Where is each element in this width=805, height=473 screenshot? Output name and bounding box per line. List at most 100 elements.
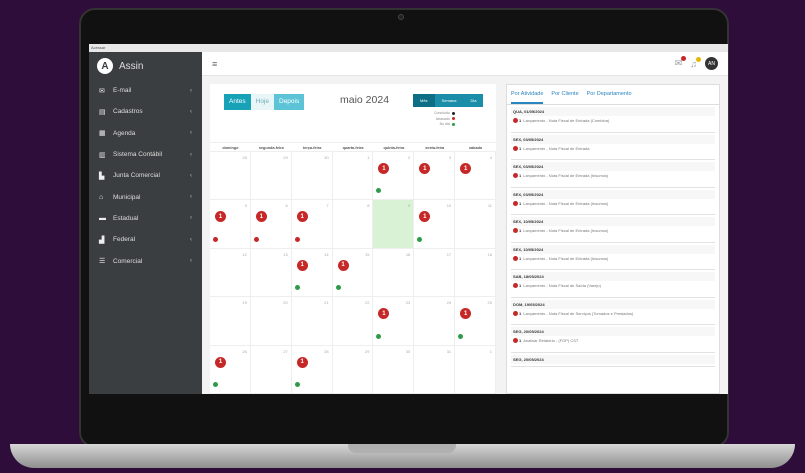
sidebar-item-label: Agenda bbox=[113, 129, 136, 137]
calendar-day-cell[interactable]: 19 bbox=[210, 297, 251, 346]
calendar-day-cell[interactable]: 28 1 bbox=[291, 345, 333, 394]
agenda-list-panel: Por Atividade Por Cliente Por Departamen… bbox=[506, 84, 720, 394]
calendar-day-cell[interactable]: 28 bbox=[210, 152, 251, 201]
tab-por-atividade[interactable]: Por Atividade bbox=[511, 91, 544, 104]
list-item[interactable]: SEX, 03/05/2024 1 Lançamento - Nota Fiscal… bbox=[511, 189, 715, 215]
calendar-day-cell[interactable]: 12 bbox=[210, 248, 251, 298]
calendar-day-cell[interactable]: 8 bbox=[332, 200, 374, 249]
calendar-day-cell[interactable]: 16 bbox=[373, 248, 415, 298]
event-count-badge[interactable]: 1 bbox=[419, 163, 431, 174]
calendar-day-cell[interactable]: 29 bbox=[332, 345, 374, 394]
calendar-day-cell[interactable]: 31 bbox=[414, 152, 456, 201]
view-month-button[interactable]: Mês bbox=[413, 94, 435, 107]
event-count-badge[interactable]: 1 bbox=[255, 211, 267, 223]
building-icon: ▙ bbox=[99, 172, 105, 180]
sidebar-item-municipal[interactable]: ⌂ Municipal ‹ bbox=[89, 186, 202, 207]
calendar-day-cell[interactable]: 30 bbox=[291, 152, 333, 201]
sidebar-item-cadastros[interactable]: ▤ Cadastros ‹ bbox=[89, 101, 202, 122]
entry-text: Lançamento - Nota Fiscal de Entrada bbox=[523, 145, 590, 151]
calendar-day-cell[interactable]: 25 1 bbox=[455, 297, 496, 346]
list-item[interactable]: SAB, 18/05/2024 1 Lançamento - Nota Fiscal… bbox=[511, 272, 715, 298]
calendar-day-cell[interactable]: 26 1 bbox=[210, 345, 251, 394]
tab-por-departamento[interactable]: Por Departamento bbox=[587, 91, 632, 104]
event-count-badge[interactable]: 1 bbox=[296, 211, 308, 223]
calendar-day-cell[interactable]: 31 bbox=[414, 345, 456, 394]
next-button[interactable]: Depois bbox=[274, 94, 305, 110]
event-count-badge[interactable]: 1 bbox=[460, 163, 472, 174]
event-count-badge[interactable]: 1 bbox=[215, 211, 226, 223]
sidebar-item-comercial[interactable]: ☰ Comercial ‹ bbox=[89, 250, 202, 271]
calendar-day-cell[interactable]: 41 bbox=[455, 152, 496, 201]
alert-dot-icon bbox=[513, 228, 518, 233]
entry-count-value: 1 bbox=[519, 338, 522, 343]
list-item[interactable]: QUA, 01/05/2024 1 Lançamento - Nota Fiscal… bbox=[511, 107, 715, 133]
sidebar-item-agenda[interactable]: ▦ Agenda ‹ bbox=[89, 123, 202, 144]
sidebar-item-estadual[interactable]: ▬ Estadual ‹ bbox=[89, 208, 202, 229]
calendar-day-cell[interactable]: 71 bbox=[291, 200, 333, 249]
notification-icon[interactable]: ♫ bbox=[690, 56, 701, 69]
event-count-badge[interactable]: 1 bbox=[378, 308, 390, 320]
calendar-day-cell[interactable]: 10 1 bbox=[414, 200, 456, 249]
list-item[interactable]: SEG, 20/05/2024 bbox=[511, 354, 715, 367]
day-number: 9 bbox=[408, 203, 411, 209]
sidebar-item-sistema-cont-bil[interactable]: ▥ Sistema Contábil ‹ bbox=[89, 144, 202, 165]
menu-toggle-icon[interactable]: ≡ bbox=[212, 59, 217, 69]
status-dot bbox=[253, 236, 259, 242]
sidebar-item-federal[interactable]: ▟ Federal ‹ bbox=[89, 229, 202, 250]
day-number: 2 bbox=[408, 155, 411, 160]
calendar-day-cell[interactable]: 61 bbox=[250, 200, 292, 249]
calendar-day-cell[interactable]: 22 bbox=[332, 297, 374, 346]
calendar-day-cell[interactable]: 51 bbox=[210, 200, 251, 249]
weekday-label: segunda-feira bbox=[258, 146, 284, 150]
view-day-button[interactable]: Dia bbox=[463, 94, 484, 107]
calendar-day-cell[interactable]: 13 bbox=[250, 248, 292, 298]
calendar-day-cell[interactable]: 18 bbox=[455, 248, 496, 298]
view-week-button[interactable]: Semana bbox=[434, 94, 464, 107]
calendar-day-cell[interactable]: 23 1 bbox=[373, 297, 415, 346]
day-number: 31 bbox=[446, 348, 452, 354]
today-button[interactable]: Hoje bbox=[250, 94, 274, 110]
list-item[interactable]: SEX, 03/05/2024 1 Lançamento - Nota Fiscal… bbox=[511, 162, 715, 188]
calendar-day-cell[interactable]: 21 bbox=[373, 152, 415, 201]
list-item[interactable]: SEG, 20/05/2024 1 Analisar Relatório - (FO… bbox=[511, 327, 715, 353]
entry-count-value: 1 bbox=[519, 310, 522, 316]
event-count-badge[interactable]: 1 bbox=[296, 259, 308, 271]
calendar-day-cell[interactable]: 20 bbox=[250, 297, 292, 346]
alert-dot-icon bbox=[513, 338, 518, 343]
list-item[interactable]: SEX, 03/05/2024 1 Lançamento - Nota Fiscal… bbox=[511, 134, 715, 160]
browser-tab[interactable]: Acessar bbox=[89, 44, 728, 52]
mail-icon[interactable]: ✉ bbox=[675, 56, 687, 69]
calendar-day-cell[interactable]: 17 bbox=[414, 248, 456, 298]
calendar-day-cell[interactable]: 21 bbox=[291, 297, 333, 346]
event-count-badge[interactable]: 1 bbox=[215, 356, 226, 368]
avatar[interactable]: AN bbox=[705, 57, 718, 70]
main-content: ≡ ✉ ♫ AN Antes Hoje Depois maio 2024 Mês… bbox=[202, 52, 728, 394]
list-item[interactable]: SEX, 10/05/2024 1 Lançamento - Nota Fiscal… bbox=[511, 217, 715, 243]
calendar-day-cell[interactable]: 14 1 bbox=[291, 248, 333, 298]
entry-body: 1 Lançamento - Nota Fiscal de Entrada (In… bbox=[511, 226, 715, 235]
tab-por-cliente[interactable]: Por Cliente bbox=[551, 91, 578, 104]
calendar-day-cell[interactable]: 15 1 bbox=[332, 248, 374, 298]
calendar-day-cell[interactable]: 1 bbox=[455, 345, 496, 394]
calendar-day-cell[interactable]: 1 bbox=[332, 152, 374, 201]
calendar-day-cell[interactable]: 27 bbox=[250, 345, 292, 394]
event-count-badge[interactable]: 1 bbox=[460, 308, 472, 320]
calendar-day-cell[interactable]: 30 bbox=[373, 345, 415, 394]
sidebar-item-junta-comercial[interactable]: ▙ Junta Comercial ‹ bbox=[89, 165, 202, 186]
entry-count: 1 bbox=[513, 255, 521, 261]
event-count-badge[interactable]: 1 bbox=[296, 356, 308, 368]
list-item[interactable]: DOM, 19/05/2024 1 Lançamento - Nota Fiscal… bbox=[511, 299, 715, 325]
status-dot bbox=[335, 285, 341, 291]
calendar-day-cell[interactable]: 11 bbox=[455, 200, 496, 249]
event-count-badge[interactable]: 1 bbox=[419, 211, 431, 223]
event-count-badge[interactable]: 1 bbox=[337, 259, 349, 271]
event-count-badge[interactable]: 1 bbox=[378, 163, 390, 174]
list-item[interactable]: SEX, 10/05/2024 1 Lançamento - Nota Fiscal… bbox=[511, 244, 715, 270]
calendar-day-cell[interactable]: 24 bbox=[414, 297, 456, 346]
day-number: 11 bbox=[487, 203, 492, 209]
brand[interactable]: A Assin bbox=[89, 52, 202, 80]
calendar-day-cell[interactable]: 9 bbox=[373, 200, 415, 249]
prev-button[interactable]: Antes bbox=[224, 94, 251, 110]
calendar-day-cell[interactable]: 29 bbox=[250, 152, 292, 201]
sidebar-item-e-mail[interactable]: ✉ E-mail ‹ bbox=[89, 80, 202, 101]
